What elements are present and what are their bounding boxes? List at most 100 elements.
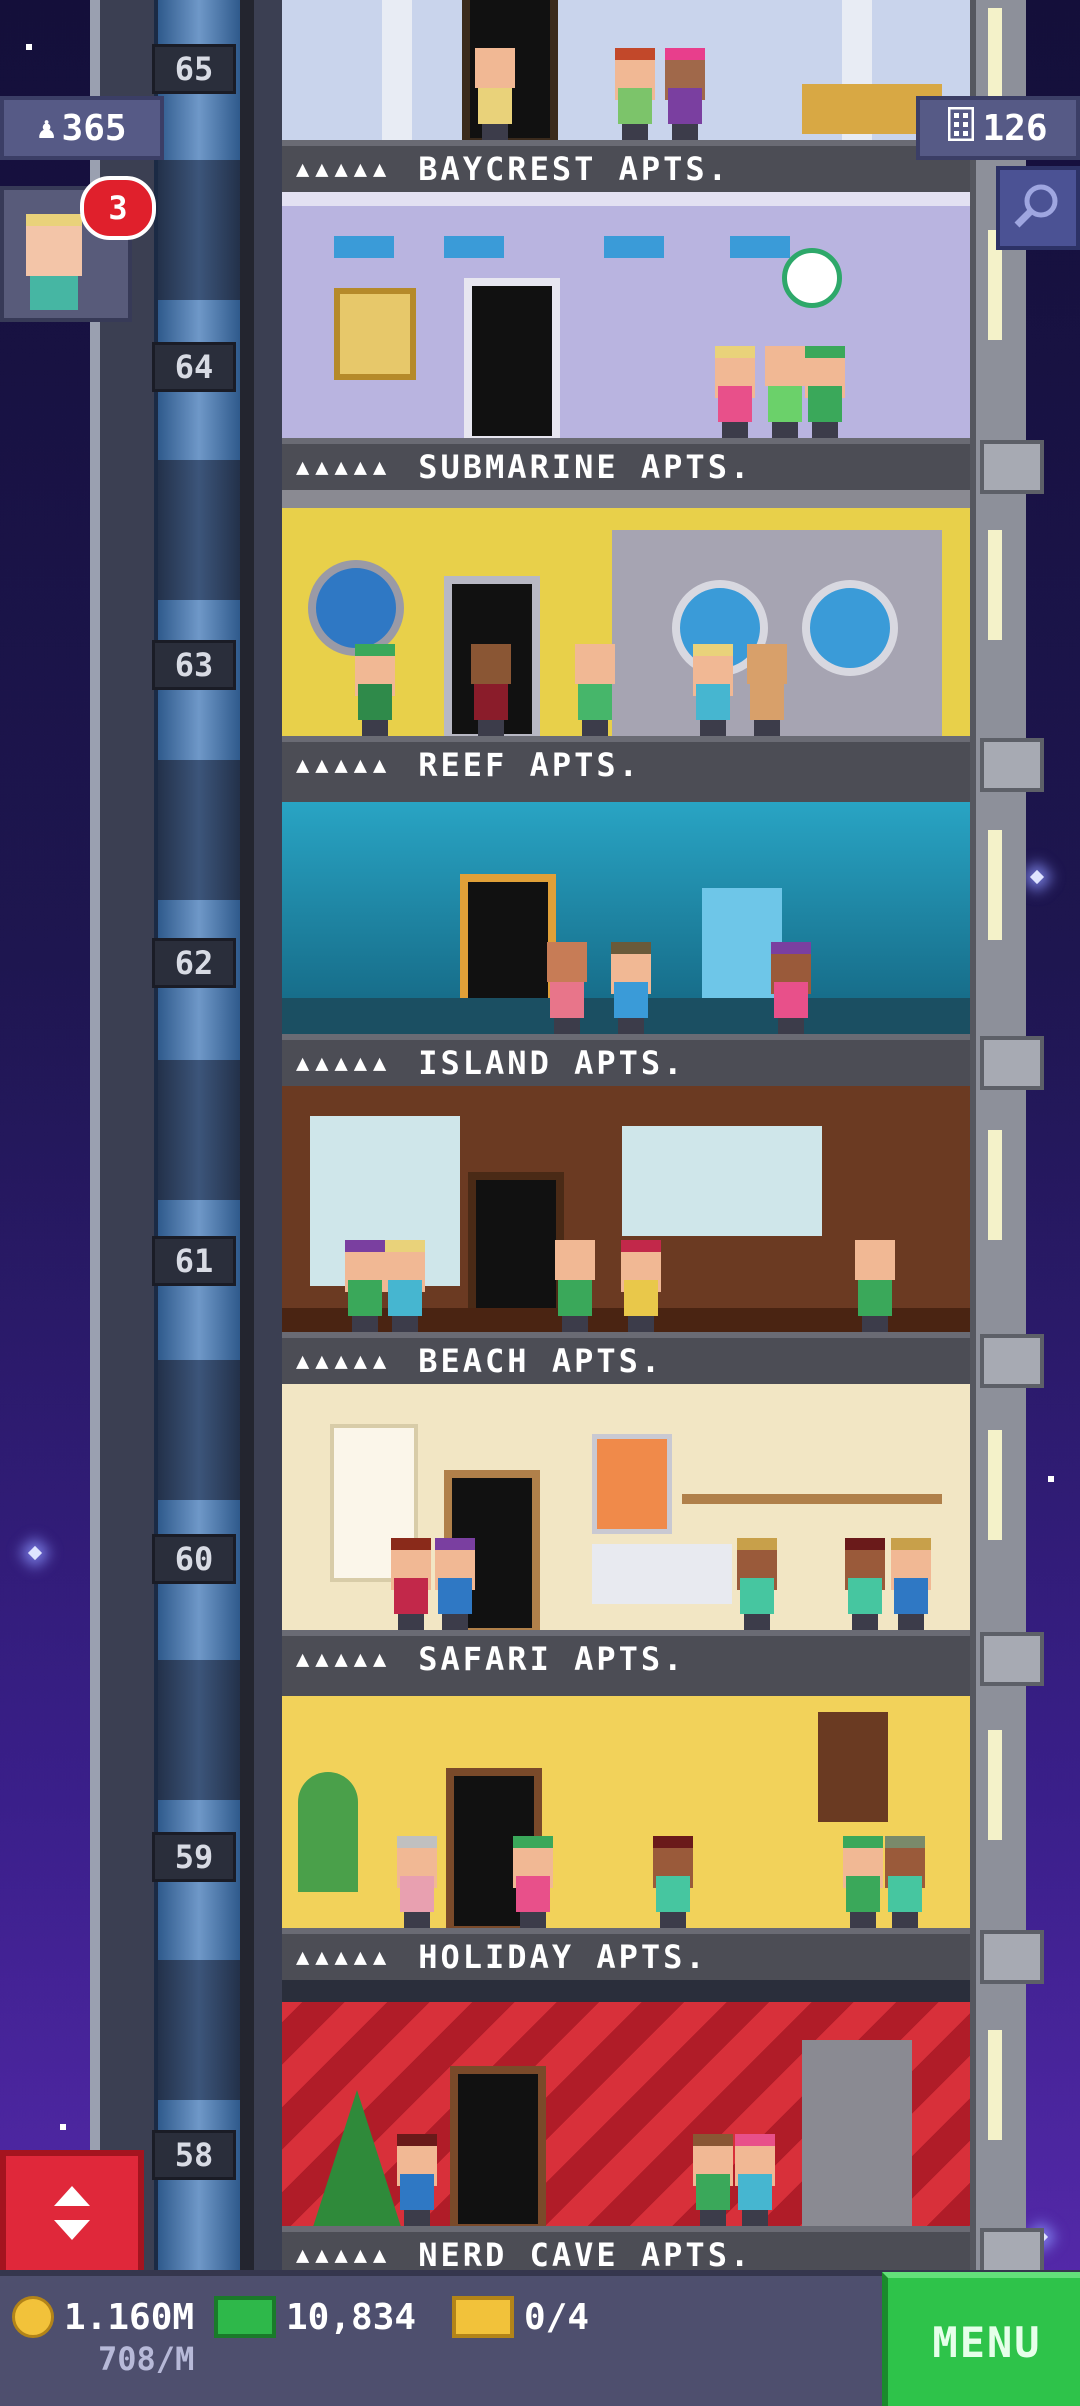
tower-bracket (980, 1930, 1044, 1984)
coin-icon (12, 2296, 54, 2338)
shaft-segment (154, 1660, 244, 1800)
resident[interactable] (744, 644, 790, 736)
door (464, 278, 560, 444)
resident[interactable] (612, 48, 658, 140)
floor-label: ▲▲▲▲▲ HOLIDAY APTS. (282, 1928, 970, 1980)
window-light (988, 1130, 1002, 1240)
resident[interactable] (552, 1240, 598, 1332)
floor-reef[interactable]: ▲▲▲▲▲ REEF APTS. (282, 490, 970, 788)
floor-name: REEF APTS. (418, 746, 641, 784)
shaft-segment (154, 1960, 244, 2100)
resident[interactable] (734, 1538, 780, 1630)
resident[interactable] (618, 1240, 664, 1332)
shaft-segment (154, 2100, 244, 2270)
resident[interactable] (768, 942, 814, 1034)
floor-beach[interactable]: ▲▲▲▲▲ BEACH APTS. (282, 1086, 970, 1384)
tower-bracket (980, 440, 1044, 494)
resident[interactable] (888, 1538, 934, 1630)
resident[interactable] (882, 1836, 928, 1928)
menu-button[interactable]: MENU (882, 2272, 1080, 2406)
resident[interactable] (394, 1836, 440, 1928)
floor-island[interactable]: ▲▲▲▲▲ ISLAND APTS. (282, 788, 970, 1086)
resident[interactable] (712, 346, 758, 438)
bux-value: 10,834 (286, 2296, 417, 2338)
resident[interactable] (690, 2134, 736, 2226)
floor-submarine[interactable]: ▲▲▲▲▲ SUBMARINE APTS. (282, 192, 970, 490)
magnifier-icon (1013, 181, 1063, 235)
floor-number-60: 60 (152, 1534, 236, 1584)
coins-rate: 708/M (98, 2340, 195, 2378)
shaft-segment (154, 160, 244, 300)
resident[interactable] (732, 2134, 778, 2226)
floor-label: ▲▲▲▲▲ REEF APTS. (282, 736, 970, 788)
elevator-shaft[interactable] (90, 0, 300, 2270)
star (26, 44, 32, 50)
population-value: 365 (61, 107, 127, 149)
floor-name: SAFARI APTS. (418, 1640, 686, 1678)
tower-bracket (980, 2228, 1044, 2274)
population-counter[interactable]: ♟ 365 (0, 96, 164, 160)
resident[interactable] (662, 48, 708, 140)
visitor-body (30, 276, 78, 310)
tower-bracket (980, 738, 1044, 792)
resident[interactable] (510, 1836, 556, 1928)
floor-label: ▲▲▲▲▲ BEACH APTS. (282, 1332, 970, 1384)
resident-slots-icon: ▲▲▲▲▲ (296, 2242, 393, 2268)
door (450, 2066, 546, 2232)
floor-safari[interactable]: ▲▲▲▲▲ SAFARI APTS. (282, 1384, 970, 1682)
visitor-avatar (26, 214, 82, 276)
floor-label: ▲▲▲▲▲ ISLAND APTS. (282, 1034, 970, 1086)
resident[interactable] (842, 1538, 888, 1630)
floor-baycrest[interactable]: ▲▲▲▲▲ BAYCREST APTS. (282, 0, 970, 192)
elevator-call-button[interactable] (0, 2150, 144, 2280)
floor-nerd-cave[interactable]: ▲▲▲▲▲ NERD CAVE APTS. (282, 1980, 970, 2278)
arrow-up-icon (52, 2184, 92, 2212)
arrow-down-icon (52, 2218, 92, 2246)
resident[interactable] (690, 644, 736, 736)
resident[interactable] (608, 942, 654, 1034)
resident[interactable] (544, 942, 590, 1034)
resident[interactable] (468, 644, 514, 736)
resident[interactable] (802, 346, 848, 438)
floor-number-61: 61 (152, 1236, 236, 1286)
resident-slots-icon: ▲▲▲▲▲ (296, 454, 393, 480)
shaft-segment (154, 760, 244, 900)
star (1048, 1476, 1054, 1482)
tower-bracket (980, 1036, 1044, 1090)
resident[interactable] (352, 644, 398, 736)
resident[interactable] (572, 644, 618, 736)
coins-stat[interactable]: 1.160M (12, 2296, 194, 2338)
resident[interactable] (840, 1836, 886, 1928)
floor-number-64: 64 (152, 342, 236, 392)
person-icon: ♟ (37, 110, 56, 146)
resident-slots-icon: ▲▲▲▲▲ (296, 156, 393, 182)
floor-name: ISLAND APTS. (418, 1044, 686, 1082)
floor-name: SUBMARINE APTS. (418, 448, 753, 486)
window-light (988, 2030, 1002, 2140)
tickets-stat[interactable]: 0/4 (452, 2296, 589, 2338)
shaft-segment (154, 1360, 244, 1500)
search-button[interactable] (996, 166, 1080, 250)
resident-slots-icon: ▲▲▲▲▲ (296, 752, 393, 778)
resident[interactable] (852, 1240, 898, 1332)
floor-number-62: 62 (152, 938, 236, 988)
window-light (988, 530, 1002, 640)
resident-slots-icon: ▲▲▲▲▲ (296, 1348, 393, 1374)
shaft-rail (240, 0, 254, 2270)
resident[interactable] (388, 1538, 434, 1630)
shaft-segment (154, 1060, 244, 1200)
resident-slots-icon: ▲▲▲▲▲ (296, 1944, 393, 1970)
floor-holiday[interactable]: ▲▲▲▲▲ HOLIDAY APTS. (282, 1682, 970, 1980)
floor-name: BEACH APTS. (418, 1342, 664, 1380)
resident[interactable] (472, 48, 518, 140)
building-icon (947, 106, 975, 150)
resident[interactable] (650, 1836, 696, 1928)
resident[interactable] (432, 1538, 478, 1630)
resident[interactable] (394, 2134, 440, 2226)
coins-value: 1.160M (64, 2296, 195, 2338)
resident[interactable] (382, 1240, 428, 1332)
floor-counter[interactable]: 126 (916, 96, 1080, 160)
star-sparkle (27, 1545, 43, 1561)
floor-number-59: 59 (152, 1832, 236, 1882)
bux-stat[interactable]: 10,834 (214, 2296, 416, 2338)
